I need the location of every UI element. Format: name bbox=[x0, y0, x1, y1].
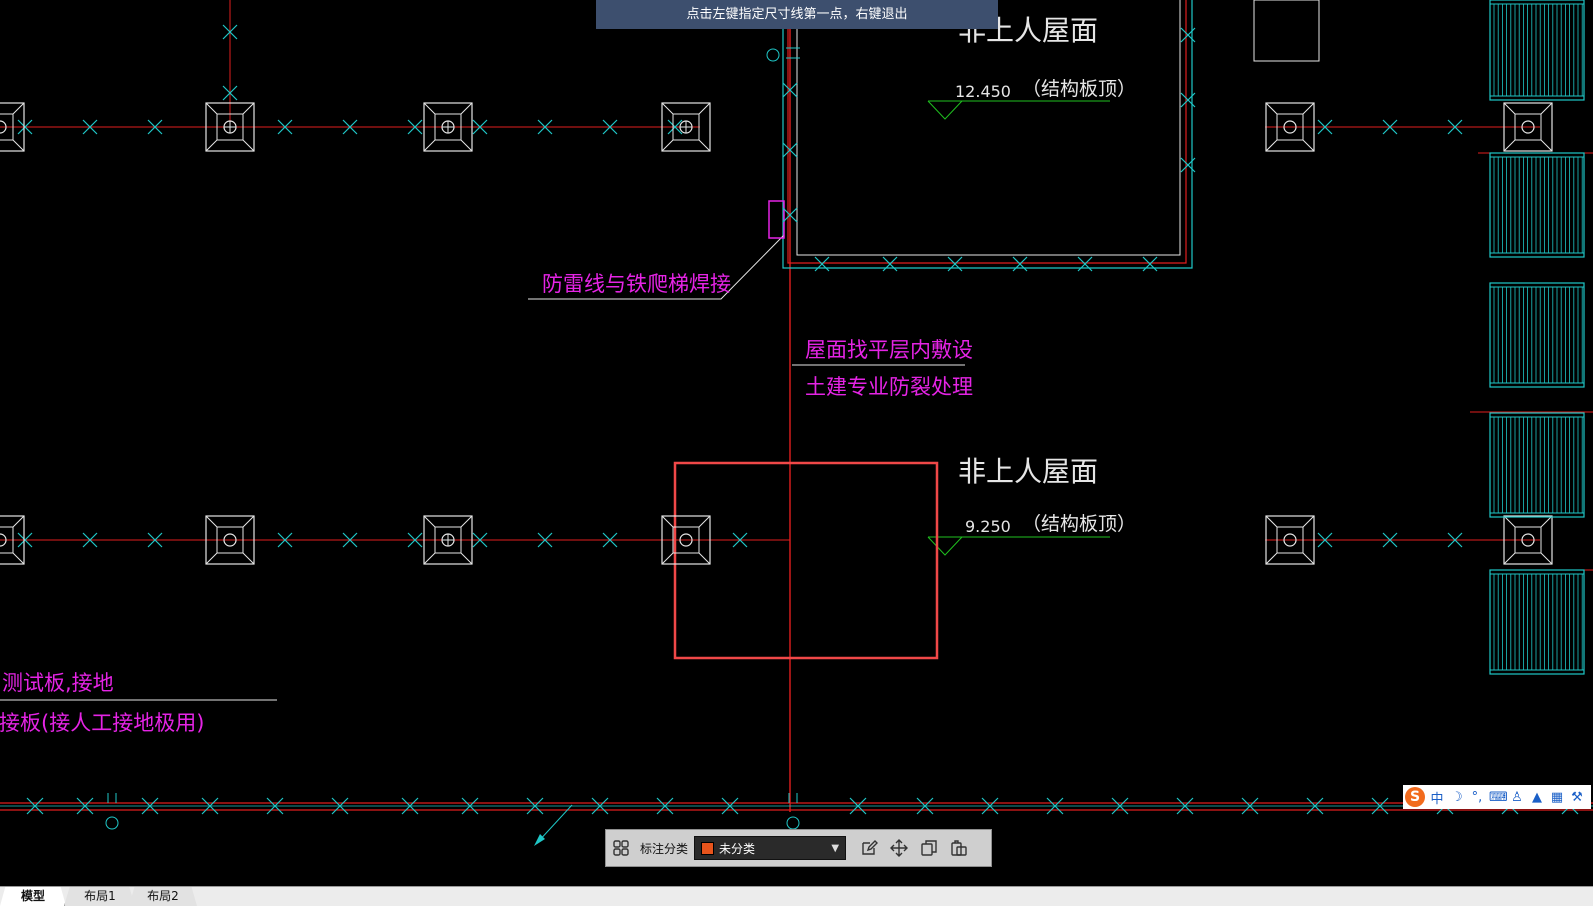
weld-note: 防雷线与铁爬梯焊接 bbox=[542, 272, 731, 296]
category-label: 标注分类 bbox=[640, 841, 689, 856]
ime-toolbar: S 中 ☽ °, ⌨ ♙ ▲ ▦ ⚒ bbox=[1403, 785, 1591, 809]
elevation-top-note: （结构板顶） bbox=[1022, 78, 1136, 100]
moon-icon[interactable]: ☽ bbox=[1449, 790, 1465, 805]
selection-highlight bbox=[673, 461, 939, 660]
shirt-icon[interactable]: ▲ bbox=[1529, 790, 1545, 805]
move-icon[interactable] bbox=[884, 833, 914, 863]
copy-icon[interactable] bbox=[914, 833, 944, 863]
test-note-2: 连接板(接人工接地极用) bbox=[0, 711, 204, 735]
category-select[interactable]: 未分类 ▼ bbox=[694, 836, 847, 860]
grid-icon[interactable]: ▦ bbox=[1549, 790, 1565, 805]
elevation-mid-note: （结构板顶） bbox=[1022, 513, 1136, 535]
elevation-top: 12.450 bbox=[955, 82, 1011, 101]
elevation-mid: 9.250 bbox=[965, 517, 1011, 536]
lay-note-2: 土建专业防裂处理 bbox=[805, 375, 973, 399]
lightning-conductor-marks bbox=[17, 24, 1579, 815]
user-icon[interactable]: ♙ bbox=[1509, 790, 1525, 805]
column-symbols bbox=[0, 102, 1553, 565]
roof-label-mid: 非上人屋面 bbox=[958, 455, 1098, 488]
layout-tabs: 模型 布局1 布局2 bbox=[0, 886, 1593, 906]
ime-lang[interactable]: 中 bbox=[1429, 788, 1445, 807]
annotation-toolbar: 标注分类 未分类 ▼ bbox=[605, 829, 992, 867]
paste-icon[interactable] bbox=[944, 833, 974, 863]
tab-layout2[interactable]: 布局2 bbox=[129, 887, 197, 906]
wrench-icon[interactable]: ⚒ bbox=[1569, 790, 1585, 805]
edit-icon[interactable] bbox=[854, 833, 884, 863]
command-hint-bar: 点击左键指定尺寸线第一点，右键退出 bbox=[596, 0, 998, 29]
cad-drawing-canvas[interactable]: 非上人屋面 12.450 （结构板顶） 非上人屋面 9.250 （结构板顶） 防… bbox=[0, 0, 1593, 886]
elevation-marker-top bbox=[927, 100, 1110, 120]
chevron-down-icon: ▼ bbox=[831, 842, 840, 854]
vent-grilles bbox=[1489, 0, 1585, 675]
category-color-swatch bbox=[701, 841, 715, 855]
keyboard-icon[interactable]: ⌨ bbox=[1489, 790, 1508, 805]
punctuation-icon[interactable]: °, bbox=[1469, 790, 1485, 805]
test-note-1: 测试板,接地 bbox=[2, 671, 114, 695]
elevation-marker-mid bbox=[927, 536, 1110, 556]
lay-note-1: 屋面找平层内敷设 bbox=[805, 338, 973, 362]
tab-layout1[interactable]: 布局1 bbox=[64, 887, 135, 906]
grid-apps-icon[interactable] bbox=[606, 833, 636, 863]
category-value: 未分类 bbox=[719, 841, 756, 856]
ime-logo-icon[interactable]: S bbox=[1405, 787, 1425, 807]
tab-model[interactable]: 模型 bbox=[0, 887, 66, 906]
